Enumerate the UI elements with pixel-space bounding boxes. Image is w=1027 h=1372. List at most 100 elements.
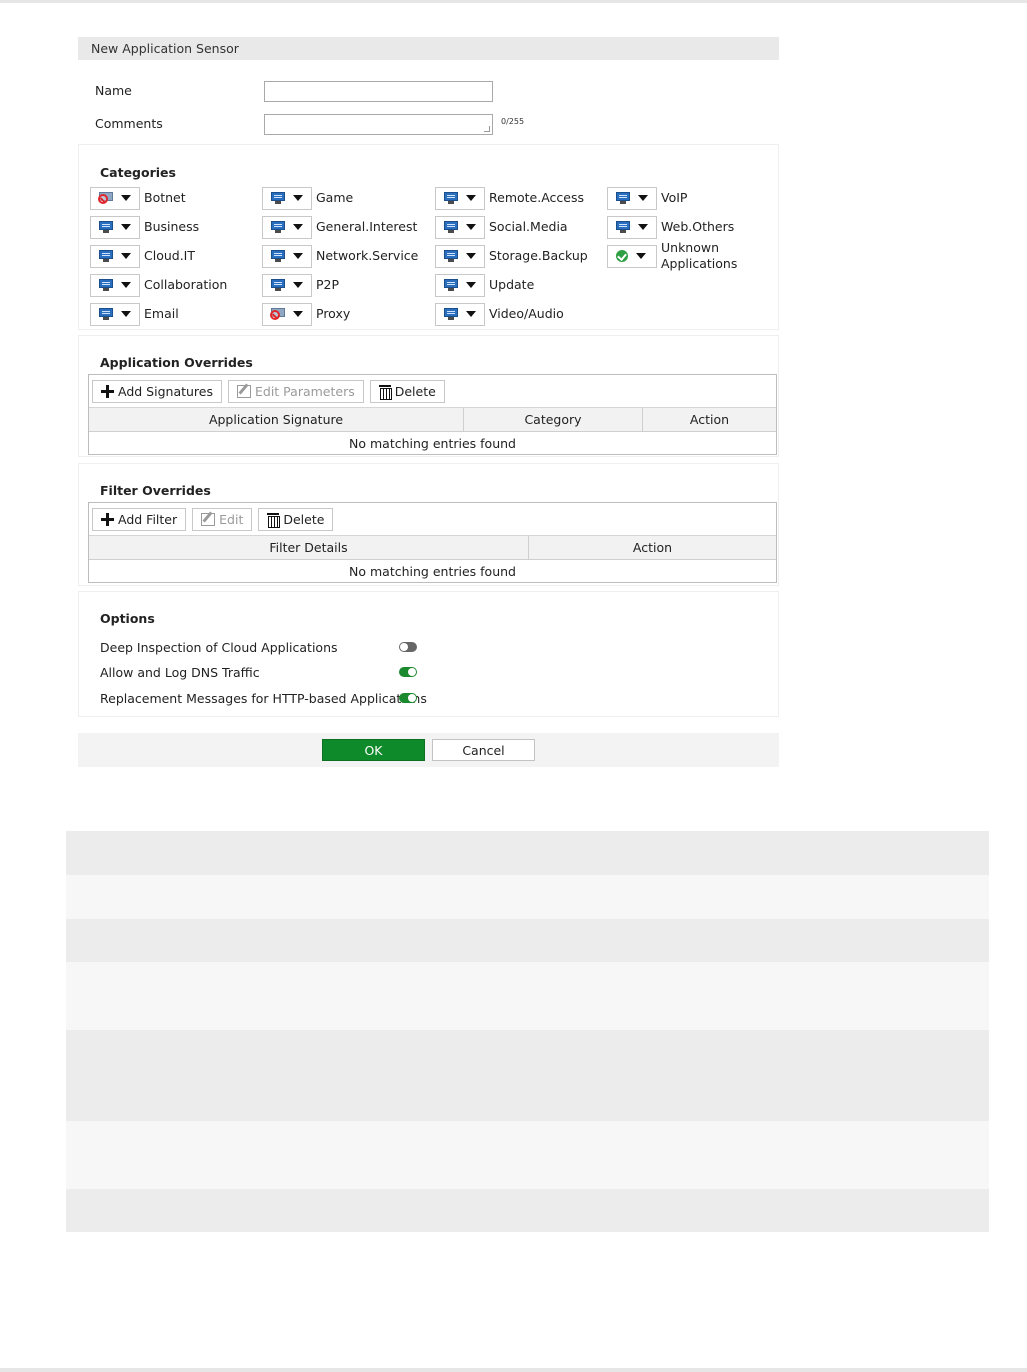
- category-label: Email: [144, 306, 179, 321]
- category-storage-backup: Storage.Backup: [435, 244, 588, 268]
- category-action-dropdown[interactable]: [90, 244, 140, 268]
- table-row: [66, 962, 989, 1030]
- column-filter-details[interactable]: Filter Details: [89, 536, 529, 559]
- toggle-knob: [400, 643, 408, 651]
- toggle-knob: [408, 694, 416, 702]
- name-input[interactable]: [264, 81, 493, 102]
- category-cloud-it: Cloud.IT: [90, 244, 195, 268]
- edit-filter-button[interactable]: Edit: [192, 507, 253, 531]
- category-proxy: Proxy: [262, 302, 350, 326]
- category-action-dropdown[interactable]: [90, 215, 140, 239]
- category-action-dropdown[interactable]: [607, 215, 657, 239]
- category-action-dropdown[interactable]: [262, 244, 312, 268]
- category-action-dropdown[interactable]: [90, 186, 140, 210]
- delete-signature-button[interactable]: Delete: [369, 379, 445, 403]
- caret-down-icon: [638, 224, 648, 230]
- category-action-dropdown[interactable]: [435, 273, 485, 297]
- table-row: [66, 875, 989, 919]
- column-action[interactable]: Action: [529, 536, 776, 559]
- category-action-dropdown[interactable]: [607, 186, 657, 210]
- empty-message: No matching entries found: [349, 435, 516, 451]
- category-general-interest: General.Interest: [262, 215, 417, 239]
- category-p2p: P2P: [262, 273, 339, 297]
- ok-button[interactable]: OK: [322, 739, 425, 761]
- block-icon: [98, 192, 113, 204]
- monitor-icon: [444, 192, 458, 204]
- empty-message: No matching entries found: [349, 563, 516, 579]
- category-label: P2P: [316, 277, 340, 292]
- application-overrides-toolbar: Add Signatures Edit Parameters Delete: [89, 375, 776, 408]
- edit-icon: [201, 512, 216, 526]
- replacement-messages-toggle[interactable]: [399, 693, 417, 703]
- category-action-dropdown[interactable]: [90, 302, 140, 326]
- category-label: Business: [144, 219, 200, 234]
- category-action-dropdown[interactable]: [262, 186, 312, 210]
- category-action-dropdown[interactable]: [607, 244, 657, 268]
- filter-overrides-title: Filter Overrides: [100, 483, 211, 498]
- add-filter-label: Add Filter: [118, 511, 178, 527]
- categories-title: Categories: [100, 165, 176, 180]
- category-label: Unknown Applications: [661, 240, 738, 271]
- category-label: Storage.Backup: [489, 248, 588, 263]
- resize-grip-icon[interactable]: [484, 126, 490, 132]
- add-signatures-button[interactable]: Add Signatures: [92, 379, 222, 403]
- column-application-signature[interactable]: Application Signature: [89, 408, 464, 431]
- category-action-dropdown[interactable]: [435, 186, 485, 210]
- category-business: Business: [90, 215, 199, 239]
- category-action-dropdown[interactable]: [262, 302, 312, 326]
- options-section: Options Deep Inspection of Cloud Applica…: [78, 591, 779, 717]
- caret-down-icon: [466, 195, 476, 201]
- background-table: [66, 831, 989, 1232]
- column-action[interactable]: Action: [643, 408, 776, 431]
- cancel-button[interactable]: Cancel: [432, 739, 535, 761]
- comments-char-counter: 0/255: [501, 117, 525, 126]
- dns-traffic-toggle[interactable]: [399, 667, 417, 677]
- category-label: Network.Service: [316, 248, 419, 263]
- monitor-icon: [444, 250, 458, 262]
- category-action-dropdown[interactable]: [435, 244, 485, 268]
- comments-textarea[interactable]: [264, 114, 493, 135]
- category-collaboration: Collaboration: [90, 273, 227, 297]
- trash-icon: [378, 384, 392, 400]
- table-row: [66, 1189, 989, 1232]
- deep-inspection-toggle[interactable]: [399, 642, 417, 652]
- category-action-dropdown[interactable]: [262, 215, 312, 239]
- delete-filter-button[interactable]: Delete: [258, 507, 334, 531]
- monitor-icon: [99, 279, 113, 291]
- category-label: Web.Others: [661, 219, 735, 234]
- options-title: Options: [100, 611, 155, 626]
- category-remote-access: Remote.Access: [435, 186, 584, 210]
- monitor-icon: [271, 192, 285, 204]
- category-label: Game: [316, 190, 354, 205]
- filter-overrides-grid: Add Filter Edit Delete Filter Details Ac…: [88, 502, 777, 583]
- caret-down-icon: [466, 311, 476, 317]
- category-action-dropdown[interactable]: [435, 302, 485, 326]
- block-icon: [270, 308, 285, 320]
- category-action-dropdown[interactable]: [262, 273, 312, 297]
- option-dns-traffic-label: Allow and Log DNS Traffic: [100, 665, 260, 680]
- monitor-icon: [99, 308, 113, 320]
- caret-down-icon: [638, 195, 648, 201]
- caret-down-icon: [121, 253, 131, 259]
- category-action-dropdown[interactable]: [435, 215, 485, 239]
- category-label: Remote.Access: [489, 190, 584, 205]
- edit-parameters-button[interactable]: Edit Parameters: [228, 379, 364, 403]
- caret-down-icon: [293, 224, 303, 230]
- monitor-icon: [444, 221, 458, 233]
- category-label: Collaboration: [144, 277, 228, 292]
- add-filter-button[interactable]: Add Filter: [92, 507, 187, 531]
- option-replacement-messages-label: Replacement Messages for HTTP-based Appl…: [100, 691, 427, 706]
- monitor-icon: [99, 221, 113, 233]
- category-action-dropdown[interactable]: [90, 273, 140, 297]
- delete-label: Delete: [283, 511, 325, 527]
- column-category[interactable]: Category: [464, 408, 643, 431]
- application-overrides-section: Application Overrides Add Signatures Edi…: [78, 335, 779, 457]
- caret-down-icon: [293, 253, 303, 259]
- edit-icon: [237, 384, 251, 398]
- comments-label: Comments: [95, 116, 163, 131]
- category-video-audio: Video/Audio: [435, 302, 564, 326]
- caret-down-icon: [121, 224, 131, 230]
- categories-section: Categories Botnet Business Cloud.IT Collabo…: [78, 144, 779, 330]
- application-overrides-title: Application Overrides: [100, 355, 253, 370]
- dialog-title: New Application Sensor: [78, 37, 779, 60]
